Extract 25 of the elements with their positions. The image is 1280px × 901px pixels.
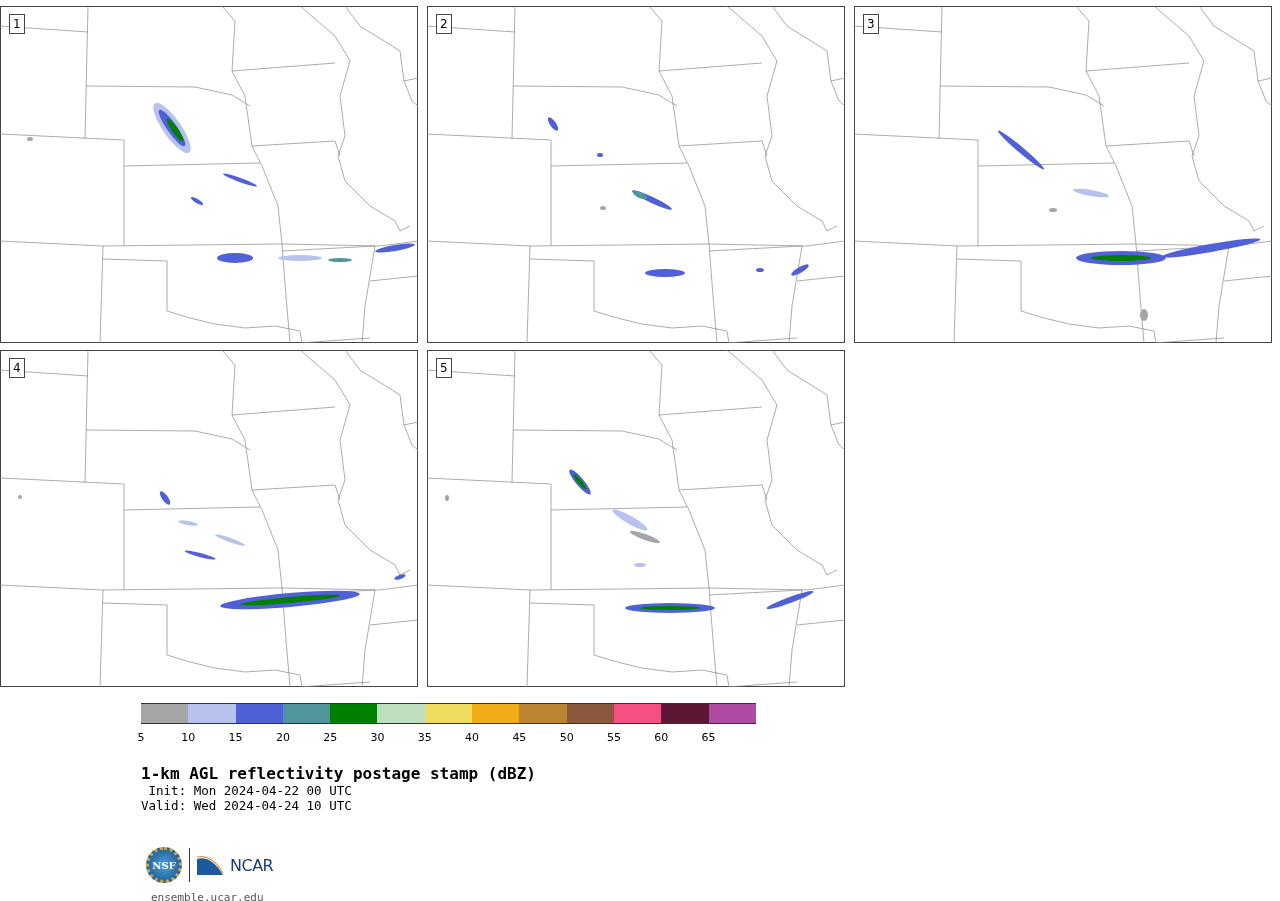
colorbar-tick-label: 25: [323, 731, 338, 744]
colorbar-tick-label: 45: [512, 731, 527, 744]
chart-title: 1-km AGL reflectivity postage stamp (dBZ): [141, 764, 537, 783]
colorbar-tick-label: 65: [701, 731, 716, 744]
panel-number: 1: [9, 14, 25, 34]
nsf-logo: NSF: [146, 847, 182, 883]
panel-number: 4: [9, 358, 25, 378]
colorbar-tick-label: 5: [137, 731, 145, 744]
colorbar-tick-label: 40: [465, 731, 480, 744]
panel-number: 5: [436, 358, 452, 378]
website-url: ensemble.ucar.edu: [151, 891, 265, 901]
init-time: Init: Mon 2024-04-22 00 UTC: [147, 783, 353, 798]
colorbar-tick-label: 55: [606, 731, 621, 744]
panel-number: 2: [436, 14, 452, 34]
colorbar-tick-label: 10: [181, 731, 196, 744]
colorbar-tick-label: 15: [228, 731, 243, 744]
colorbar-tick-label: 20: [275, 731, 290, 744]
ncar-swoosh-icon: [197, 855, 223, 875]
colorbar-tick-label: 50: [559, 731, 574, 744]
panel-number: 3: [863, 14, 879, 34]
colorbar-tick-label: 30: [370, 731, 385, 744]
ncar-logo-text: NCAR: [230, 855, 274, 875]
colorbar-tick-label: 60: [654, 731, 669, 744]
colorbar-tick-label: 35: [417, 731, 432, 744]
valid-time: Valid: Wed 2024-04-24 10 UTC: [141, 798, 353, 813]
